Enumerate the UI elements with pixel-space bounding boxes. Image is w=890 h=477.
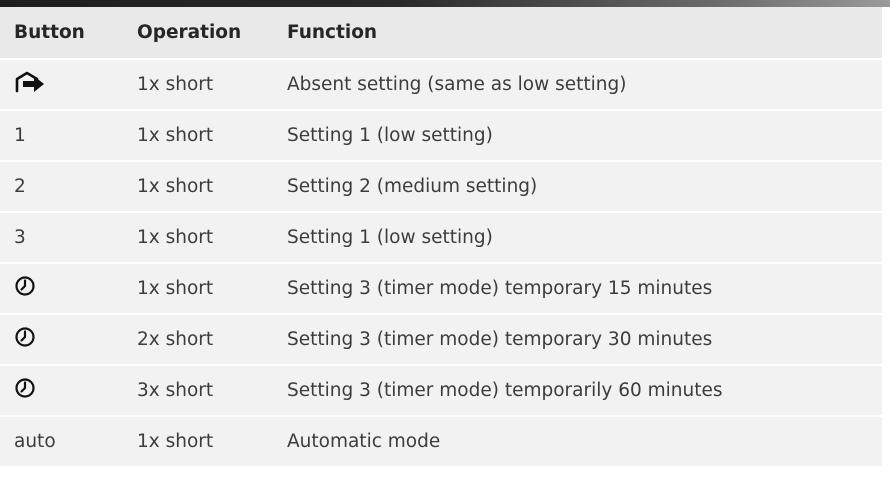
table-row: 3 1x short Setting 1 (low setting): [0, 211, 882, 263]
operation-cell: 1x short: [123, 415, 273, 466]
operation-cell: 1x short: [123, 109, 273, 161]
operation-cell: 1x short: [123, 58, 273, 110]
table-row: 1 1x short Setting 1 (low setting): [0, 109, 882, 161]
table-header-row: Button Operation Function: [0, 7, 882, 60]
header-operation: Operation: [123, 7, 273, 60]
button-cell: [0, 262, 123, 314]
operation-cell: 1x short: [123, 160, 273, 212]
button-cell: [0, 364, 123, 416]
operation-cell: 2x short: [123, 313, 273, 365]
table-row: 2 1x short Setting 2 (medium setting): [0, 160, 882, 212]
function-cell: Setting 3 (timer mode) temporary 30 minu…: [273, 313, 882, 365]
function-cell: Setting 2 (medium setting): [273, 160, 882, 212]
button-cell: auto: [0, 415, 123, 466]
house-arrow-icon: [14, 71, 46, 98]
clock-icon: [14, 326, 36, 353]
button-operation-table: Button Operation Function 1x short Absen…: [0, 7, 882, 466]
button-cell: [0, 313, 123, 365]
table-row: 2x short Setting 3 (timer mode) temporar…: [0, 313, 882, 365]
button-cell: [0, 58, 123, 110]
table-row: 3x short Setting 3 (timer mode) temporar…: [0, 364, 882, 416]
function-cell: Setting 3 (timer mode) temporarily 60 mi…: [273, 364, 882, 416]
table-row: auto 1x short Automatic mode: [0, 415, 882, 466]
button-cell: 2: [0, 160, 123, 212]
table-row: 1x short Absent setting (same as low set…: [0, 58, 882, 110]
button-cell: 3: [0, 211, 123, 263]
table-row: 1x short Setting 3 (timer mode) temporar…: [0, 262, 882, 314]
operation-cell: 3x short: [123, 364, 273, 416]
function-cell: Setting 1 (low setting): [273, 109, 882, 161]
operation-cell: 1x short: [123, 262, 273, 314]
button-cell: 1: [0, 109, 123, 161]
function-cell: Absent setting (same as low setting): [273, 58, 882, 110]
header-function: Function: [273, 7, 882, 60]
document-page: Button Operation Function 1x short Absen…: [0, 0, 890, 477]
clock-icon: [14, 377, 36, 404]
header-bar: [0, 0, 890, 7]
clock-icon: [14, 275, 36, 302]
operation-cell: 1x short: [123, 211, 273, 263]
header-button: Button: [0, 7, 123, 60]
function-cell: Setting 1 (low setting): [273, 211, 882, 263]
function-cell: Setting 3 (timer mode) temporary 15 minu…: [273, 262, 882, 314]
function-cell: Automatic mode: [273, 415, 882, 466]
